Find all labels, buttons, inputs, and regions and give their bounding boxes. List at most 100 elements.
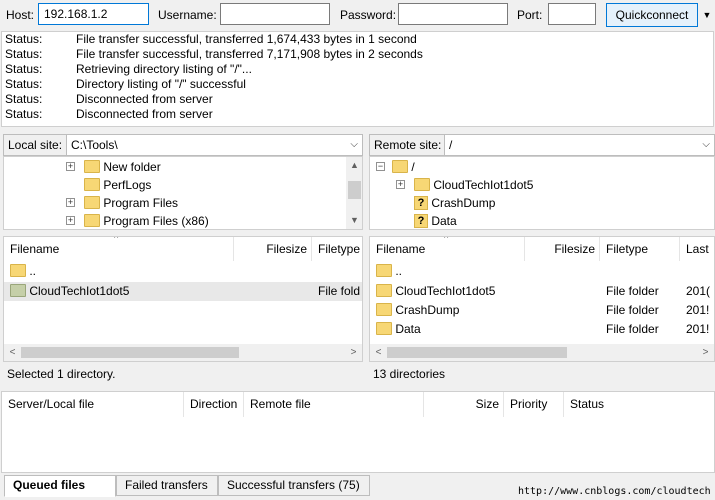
tree-item-label: Program Files (x86) [103, 214, 209, 228]
column-header-status[interactable]: Status [564, 392, 714, 417]
column-header-priority[interactable]: Priority [504, 392, 564, 417]
column-header-filesize[interactable]: Filesize [234, 237, 312, 261]
folder-icon [84, 196, 100, 210]
quickconnect-dropdown-icon[interactable]: ▼ [700, 3, 714, 27]
tree-item-label: Data [431, 214, 457, 228]
transfer-queue[interactable]: Server/Local file Direction Remote file … [1, 391, 715, 473]
tree-item-label: PerfLogs [103, 178, 152, 192]
tree-item[interactable]: + Program Files (x86) [66, 212, 209, 229]
quickconnect-button[interactable]: Quickconnect [606, 3, 698, 27]
file-name: CloudTechIot1dot5 [395, 284, 496, 298]
chevron-down-icon[interactable]: ⌵ [350, 135, 358, 155]
folder-icon [84, 178, 100, 192]
expand-icon[interactable]: + [66, 162, 75, 171]
local-list-hscrollbar[interactable]: < > [4, 344, 362, 361]
folder-icon [10, 264, 26, 278]
username-label: Username: [158, 8, 217, 22]
column-header-direction[interactable]: Direction [184, 392, 244, 417]
scroll-right-icon[interactable]: > [345, 344, 362, 361]
chevron-down-icon[interactable]: ⌵ [702, 135, 710, 155]
file-name: Data [395, 322, 421, 336]
scroll-thumb[interactable] [348, 181, 361, 199]
remote-file-list[interactable]: ^ Filename Filesize Filetype Last .. Clo… [369, 236, 715, 362]
log-text: Disconnected from server [76, 92, 213, 106]
port-label: Port: [517, 8, 543, 22]
watermark: http://www.cnblogs.com/cloudtech [518, 486, 711, 497]
file-type: File folder [606, 322, 659, 336]
file-row[interactable]: .. [4, 262, 362, 281]
log-key: Status: [5, 92, 43, 106]
remote-site-label: Remote site: [369, 134, 447, 156]
scroll-thumb[interactable] [387, 347, 567, 358]
tree-item-label: New folder [103, 160, 161, 174]
scroll-thumb[interactable] [21, 347, 239, 358]
expand-icon[interactable]: + [66, 198, 75, 207]
scroll-left-icon[interactable]: < [4, 344, 21, 361]
host-label: Host: [6, 8, 35, 22]
scroll-up-icon[interactable]: ▲ [346, 157, 362, 174]
tree-item[interactable]: ? CrashDump [396, 194, 495, 212]
file-row[interactable]: CloudTechIot1dot5 File folder 201( [370, 282, 714, 301]
tree-item[interactable]: + CloudTechIot1dot5 [396, 176, 533, 194]
folder-icon [414, 178, 430, 192]
local-tree-scrollbar[interactable]: ▲ ▼ [346, 157, 362, 229]
remote-list-hscrollbar[interactable]: < > [370, 344, 714, 361]
file-row[interactable]: CloudTechIot1dot5 File fold [4, 282, 362, 301]
log-line: Status: File transfer successful, transfe… [2, 47, 713, 62]
log-key: Status: [5, 32, 43, 46]
remote-site-path-text: / [449, 138, 453, 152]
folder-icon [10, 284, 26, 298]
port-input[interactable] [548, 3, 596, 25]
password-input[interactable] [398, 3, 508, 25]
tree-item[interactable]: + Program Files [66, 194, 178, 212]
tree-item[interactable]: ? Data [396, 212, 457, 229]
tree-item[interactable]: PerfLogs [66, 176, 151, 194]
file-row[interactable]: Data File folder 201! [370, 320, 714, 339]
scroll-right-icon[interactable]: > [697, 344, 714, 361]
tab-queued-files[interactable]: Queued files [4, 475, 116, 497]
username-input[interactable] [220, 3, 330, 25]
tree-item[interactable]: − / [374, 158, 415, 176]
file-type: File fold [318, 284, 361, 298]
folder-icon [376, 264, 392, 278]
column-header-server-local-file[interactable]: Server/Local file [2, 392, 184, 417]
file-type: File folder [606, 303, 659, 317]
column-header-filetype[interactable]: Filetype [312, 237, 362, 261]
column-header-last-modified[interactable]: Last [680, 237, 714, 261]
log-text: Retrieving directory listing of "/"... [76, 62, 252, 76]
expand-icon[interactable]: + [396, 180, 405, 189]
file-name: CloudTechIot1dot5 [29, 284, 130, 298]
log-key: Status: [5, 107, 43, 121]
password-label: Password: [340, 8, 397, 22]
column-header-size[interactable]: Size [424, 392, 504, 417]
remote-tree[interactable]: − / + CloudTechIot1dot5 ? CrashDump ? Da… [369, 156, 715, 230]
expand-icon[interactable]: + [66, 216, 75, 225]
folder-icon [84, 160, 100, 174]
remote-site-path[interactable]: / ⌵ [444, 134, 715, 156]
column-header-filename[interactable]: Filename [4, 237, 234, 261]
file-name: .. [29, 264, 37, 278]
host-input[interactable] [38, 3, 149, 25]
folder-icon [392, 160, 408, 174]
file-row[interactable]: .. [370, 262, 714, 281]
local-tree[interactable]: + New folder PerfLogs + Program Files + … [3, 156, 363, 230]
tree-item-label: CrashDump [431, 196, 496, 210]
tab-successful-transfers[interactable]: Successful transfers (75) [218, 475, 370, 496]
column-header-filetype[interactable]: Filetype [600, 237, 680, 261]
column-header-remote-file[interactable]: Remote file [244, 392, 424, 417]
tab-failed-transfers[interactable]: Failed transfers [116, 475, 218, 496]
column-header-filesize[interactable]: Filesize [525, 237, 600, 261]
local-site-path-text: C:\Tools\ [71, 138, 118, 152]
file-row[interactable]: CrashDump File folder 201! [370, 301, 714, 320]
folder-icon [376, 322, 392, 336]
scroll-left-icon[interactable]: < [370, 344, 387, 361]
file-name: CrashDump [395, 303, 460, 317]
tree-item[interactable]: + New folder [66, 158, 161, 176]
folder-icon [376, 303, 392, 317]
local-site-path[interactable]: C:\Tools\ ⌵ [66, 134, 363, 156]
collapse-icon[interactable]: − [376, 162, 385, 171]
column-header-filename[interactable]: Filename [370, 237, 525, 261]
local-file-list[interactable]: ^ Filename Filesize Filetype .. CloudTec… [3, 236, 363, 362]
scroll-down-icon[interactable]: ▼ [346, 212, 362, 229]
file-name: .. [395, 264, 403, 278]
